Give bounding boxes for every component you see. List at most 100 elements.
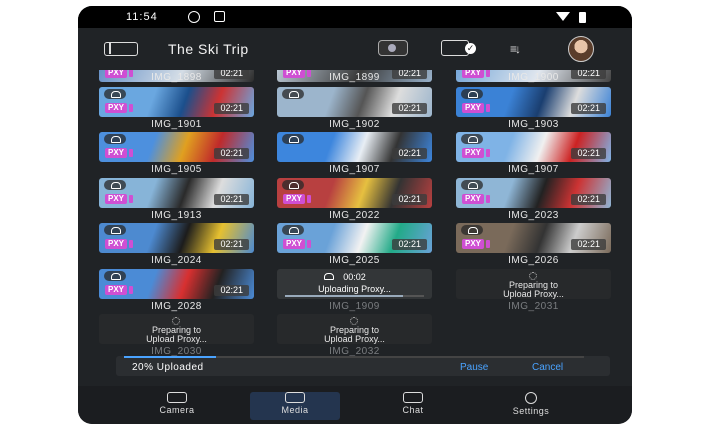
nav-camera[interactable]: Camera (132, 392, 222, 420)
duration-label: 02:21 (392, 103, 427, 114)
media-grid: PXY 02:21 IMG_1898 PXY 02:21 IMG_1899 PX… (78, 70, 632, 356)
duration-label: 02:21 (214, 103, 249, 114)
cloud-icon (461, 134, 483, 144)
sort-icon[interactable]: ≡↓ (510, 42, 521, 56)
prep-line-2: Upload Proxy... (503, 289, 564, 299)
media-tile[interactable]: PXY 02:21 (277, 223, 432, 253)
duration-label: 02:21 (571, 239, 606, 250)
nav-media-label: Media (281, 405, 309, 415)
pxy-badge: PXY (105, 148, 134, 158)
media-tile[interactable]: PXY 02:21 (99, 178, 254, 208)
battery-icon (579, 12, 586, 23)
upload-time: 00:02 (343, 272, 366, 282)
media-label: IMG_2031 (508, 301, 559, 312)
media-label: IMG_2023 (508, 210, 559, 221)
status-bar: 11:54 (78, 6, 632, 28)
bottom-nav: Camera Media Chat Settings (78, 386, 632, 424)
media-icon (285, 392, 305, 403)
nav-media[interactable]: Media (250, 392, 340, 420)
pxy-badge: PXY (462, 194, 491, 204)
pxy-badge: PXY (105, 103, 134, 113)
media-label: IMG_2028 (151, 301, 202, 312)
preparing-tile[interactable]: Preparing to Upload Proxy... (99, 314, 254, 344)
spinner-icon (350, 317, 358, 325)
alarm-icon (188, 11, 200, 23)
media-label: IMG_1902 (329, 119, 380, 130)
media-tile[interactable]: PXY 02:21 (99, 132, 254, 162)
media-tile[interactable]: PXY 02:21 (456, 223, 611, 253)
camera-icon (167, 392, 187, 403)
duration-label: 02:21 (214, 285, 249, 296)
duration-label: 02:21 (214, 239, 249, 250)
media-label: IMG_2032 (329, 346, 380, 356)
sidebar-toggle-icon[interactable] (104, 42, 138, 56)
pxy-badge: PXY (105, 239, 134, 249)
cloud-icon (282, 180, 304, 190)
nav-settings-label: Settings (512, 406, 550, 416)
media-label: IMG_1900 (508, 72, 559, 83)
media-label: IMG_1903 (508, 119, 559, 130)
duration-label: 02:21 (392, 148, 427, 159)
prep-line-2: Upload Proxy... (146, 334, 207, 344)
media-label: IMG_1907 (329, 164, 380, 175)
media-label: IMG_1913 (151, 210, 202, 221)
gear-icon (525, 392, 537, 404)
cancel-button[interactable]: Cancel (532, 362, 563, 373)
spinner-icon (172, 317, 180, 325)
upload-progress-panel: 20% Uploaded Pause Cancel (116, 356, 610, 376)
duration-label: 02:21 (571, 103, 606, 114)
duration-label: 02:21 (571, 194, 606, 205)
avatar[interactable] (568, 36, 594, 62)
header: The Ski Trip ≡↓ (78, 28, 632, 70)
cloud-icon (282, 134, 304, 144)
cloud-icon (104, 134, 126, 144)
cloud-icon (104, 89, 126, 99)
preparing-tile[interactable]: Preparing to Upload Proxy... (277, 314, 432, 344)
cloud-icon (104, 225, 126, 235)
media-label: IMG_1905 (151, 164, 202, 175)
pxy-badge: PXY (105, 285, 134, 295)
cloud-sync-icon[interactable] (441, 40, 476, 56)
cloud-icon (461, 225, 483, 235)
pxy-badge: PXY (462, 239, 491, 249)
phone-screen: 11:54 The Ski Trip ≡↓ PXY 02:21 IMG_1898… (78, 6, 632, 424)
pxy-badge: PXY (283, 194, 312, 204)
media-label: IMG_1907 (508, 164, 559, 175)
upload-status-text: Uploading Proxy... (318, 284, 391, 294)
media-label: IMG_2025 (329, 255, 380, 266)
page-title: The Ski Trip (168, 41, 249, 57)
upload-progress-bar (124, 356, 584, 358)
tile-progress-bar (285, 295, 424, 297)
duration-label: 02:21 (571, 148, 606, 159)
notification-icon (214, 11, 225, 22)
media-tile[interactable]: 02:21 (277, 87, 432, 117)
media-label: IMG_1898 (151, 72, 202, 83)
nav-chat[interactable]: Chat (368, 392, 458, 420)
media-tile[interactable]: PXY 02:21 (277, 178, 432, 208)
media-tile[interactable]: PXY 02:21 (456, 178, 611, 208)
media-tile[interactable]: PXY 02:21 (456, 87, 611, 117)
cloud-icon (282, 225, 304, 235)
chat-icon (403, 392, 423, 403)
pxy-badge: PXY (462, 103, 491, 113)
uploading-tile[interactable]: 00:02 Uploading Proxy... (277, 269, 432, 299)
media-label: IMG_2024 (151, 255, 202, 266)
upload-percent: 20% Uploaded (132, 362, 204, 373)
cloud-icon (282, 89, 304, 99)
nav-settings[interactable]: Settings (486, 392, 576, 420)
duration-label: 02:21 (392, 239, 427, 250)
media-tile[interactable]: PXY 02:21 (456, 132, 611, 162)
wifi-icon (556, 12, 570, 21)
media-tile[interactable]: PXY 02:21 (99, 269, 254, 299)
media-tile[interactable]: 02:21 (277, 132, 432, 162)
cloud-icon (461, 89, 483, 99)
pause-button[interactable]: Pause (460, 362, 488, 373)
ai-assist-icon[interactable] (378, 40, 408, 56)
media-tile[interactable]: PXY 02:21 (99, 87, 254, 117)
media-label: IMG_2030 (151, 346, 202, 356)
preparing-tile[interactable]: Preparing to Upload Proxy... (456, 269, 611, 299)
media-tile[interactable]: PXY 02:21 (99, 223, 254, 253)
pxy-badge: PXY (283, 239, 312, 249)
duration-label: 02:21 (214, 148, 249, 159)
media-label: IMG_1909 (329, 301, 380, 312)
